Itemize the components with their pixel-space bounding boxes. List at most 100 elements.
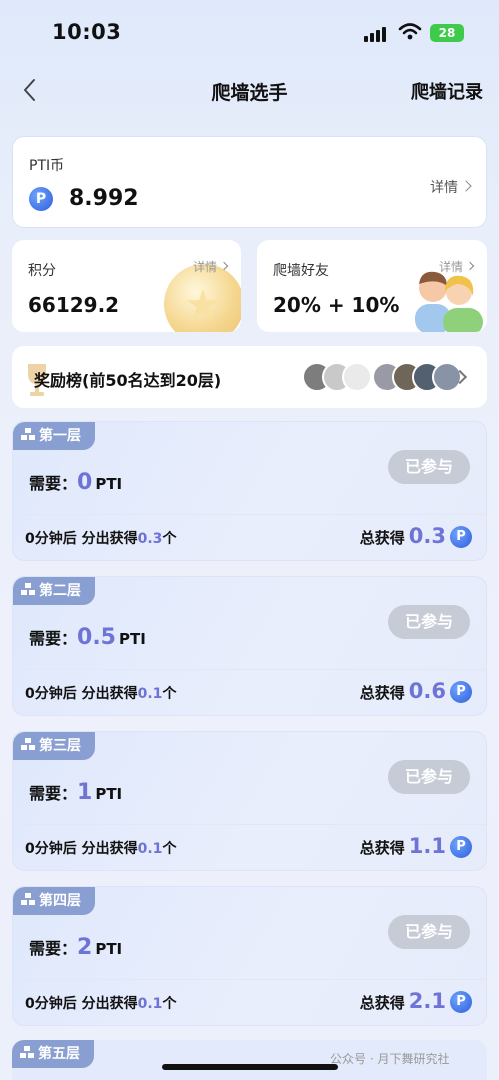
- score-card[interactable]: ★ 积分 66129.2 详情: [12, 240, 241, 332]
- total-earned: 总获得 0.6 P: [360, 679, 472, 705]
- total-label: 总获得: [359, 684, 405, 702]
- score-detail-label: 详情: [192, 260, 217, 274]
- level-requirement: 需要：1 PTI: [29, 780, 122, 805]
- total-earned: 总获得 1.1 P: [360, 834, 472, 860]
- level-card: 第一层 需要：0 PTI 已参与 0分钟后 分出获得0.3个 总获得 0.3 P: [12, 421, 487, 561]
- level-name: 第五层: [38, 1046, 80, 1062]
- level-tag: 第四层: [13, 887, 95, 915]
- level-card: 第二层 需要：0.5 PTI 已参与 0分钟后 分出获得0.1个 总获得 0.6 P: [12, 576, 487, 716]
- level-name: 第四层: [39, 893, 81, 909]
- divider: [13, 514, 486, 515]
- level-tag: 第一层: [13, 422, 95, 450]
- joined-button[interactable]: 已参与: [388, 760, 470, 794]
- dist-prefix: 0分钟后 分出获得: [25, 996, 138, 1012]
- pti-label: PTI币: [29, 158, 65, 174]
- tiers-icon: [21, 583, 35, 595]
- chevron-right-icon: [219, 261, 229, 270]
- need-value: 0: [77, 470, 93, 495]
- total-value: 0.6: [408, 679, 446, 703]
- score-label: 积分: [28, 263, 56, 279]
- total-value: 2.1: [408, 989, 446, 1013]
- total-value: 1.1: [408, 834, 446, 858]
- battery-icon: 28: [430, 24, 464, 42]
- tiers-icon: [21, 428, 35, 440]
- pti-detail-link[interactable]: 详情: [430, 177, 472, 197]
- dist-suffix: 个: [162, 686, 177, 702]
- level-tag: 第二层: [13, 577, 95, 605]
- level-card: 第四层 需要：2 PTI 已参与 0分钟后 分出获得0.1个 总获得 2.1 P: [12, 886, 487, 1026]
- dist-value: 0.1: [137, 996, 163, 1012]
- total-earned: 总获得 0.3 P: [360, 524, 472, 550]
- level-requirement: 需要：2 PTI: [29, 935, 122, 960]
- status-time: 10:03: [52, 20, 122, 44]
- divider: [13, 979, 486, 980]
- total-earned: 总获得 2.1 P: [360, 989, 472, 1015]
- pti-detail-label: 详情: [430, 180, 458, 196]
- climb-record-link[interactable]: 爬墙记录: [411, 78, 483, 104]
- distribution-text: 0分钟后 分出获得0.1个: [25, 993, 176, 1013]
- divider: [13, 824, 486, 825]
- pti-coin-icon: P: [29, 187, 53, 211]
- need-unit: PTI: [95, 940, 123, 958]
- pti-coin-icon: P: [450, 990, 472, 1013]
- score-value: 66129.2: [28, 293, 120, 317]
- nav-bar: 爬墙选手 爬墙记录: [0, 66, 499, 114]
- home-indicator[interactable]: [162, 1064, 338, 1070]
- need-value: 0.5: [77, 625, 116, 650]
- level-name: 第二层: [39, 583, 81, 599]
- pti-balance-card: PTI币 P 8.992 详情: [12, 136, 487, 228]
- joined-button[interactable]: 已参与: [388, 605, 470, 639]
- pti-value: 8.992: [69, 186, 139, 211]
- score-detail-link[interactable]: 详情: [192, 258, 229, 275]
- total-label: 总获得: [359, 839, 405, 857]
- need-value: 1: [77, 780, 93, 805]
- divider: [13, 669, 486, 670]
- need-label: 需要：: [29, 784, 78, 803]
- level-name: 第三层: [39, 738, 81, 754]
- level-tag: 第三层: [13, 732, 95, 760]
- dist-prefix: 0分钟后 分出获得: [25, 686, 138, 702]
- distribution-text: 0分钟后 分出获得0.1个: [25, 683, 176, 703]
- distribution-text: 0分钟后 分出获得0.1个: [25, 838, 176, 858]
- level-requirement: 需要：0.5 PTI: [29, 625, 146, 650]
- signal-icon: [364, 26, 388, 42]
- pti-coin-icon: P: [450, 680, 472, 703]
- tiers-icon: [21, 738, 35, 750]
- pti-coin-icon: P: [450, 525, 472, 548]
- dist-suffix: 个: [162, 531, 177, 547]
- friends-label: 爬墙好友: [273, 263, 329, 279]
- friends-detail-link[interactable]: 详情: [438, 258, 475, 275]
- tiers-icon: [20, 1046, 34, 1058]
- chevron-right-icon: [465, 261, 475, 270]
- total-value: 0.3: [408, 524, 446, 548]
- joined-button[interactable]: 已参与: [388, 915, 470, 949]
- tiers-icon: [21, 893, 35, 905]
- need-unit: PTI: [119, 630, 146, 648]
- need-label: 需要：: [29, 629, 78, 648]
- dist-prefix: 0分钟后 分出获得: [25, 531, 138, 547]
- dist-value: 0.1: [137, 841, 163, 857]
- dist-value: 0.3: [137, 531, 163, 547]
- need-label: 需要：: [29, 939, 78, 958]
- friends-card[interactable]: 爬墙好友 20% + 10% 详情: [257, 240, 487, 332]
- chevron-right-icon: [460, 180, 472, 192]
- need-unit: PTI: [95, 785, 123, 803]
- dist-value: 0.1: [137, 686, 163, 702]
- leaderboard-row[interactable]: 奖励榜(前50名达到20层): [12, 346, 487, 408]
- friends-value: 20% + 10%: [273, 293, 400, 317]
- status-bar: 10:03 28: [0, 0, 499, 62]
- pti-coin-icon: P: [450, 835, 472, 858]
- friends-detail-label: 详情: [438, 260, 463, 274]
- joined-button[interactable]: 已参与: [388, 450, 470, 484]
- level-tag: 第五层: [12, 1040, 94, 1068]
- total-label: 总获得: [359, 994, 405, 1012]
- dist-prefix: 0分钟后 分出获得: [25, 841, 138, 857]
- level-card: 第三层 需要：1 PTI 已参与 0分钟后 分出获得0.1个 总获得 1.1 P: [12, 731, 487, 871]
- leaderboard-title: 奖励榜(前50名达到20层): [34, 371, 222, 390]
- level-name: 第一层: [39, 428, 81, 444]
- avatar: [342, 362, 372, 392]
- wifi-icon: [398, 23, 422, 40]
- dist-suffix: 个: [162, 996, 177, 1012]
- level-requirement: 需要：0 PTI: [29, 470, 122, 495]
- total-label: 总获得: [359, 529, 405, 547]
